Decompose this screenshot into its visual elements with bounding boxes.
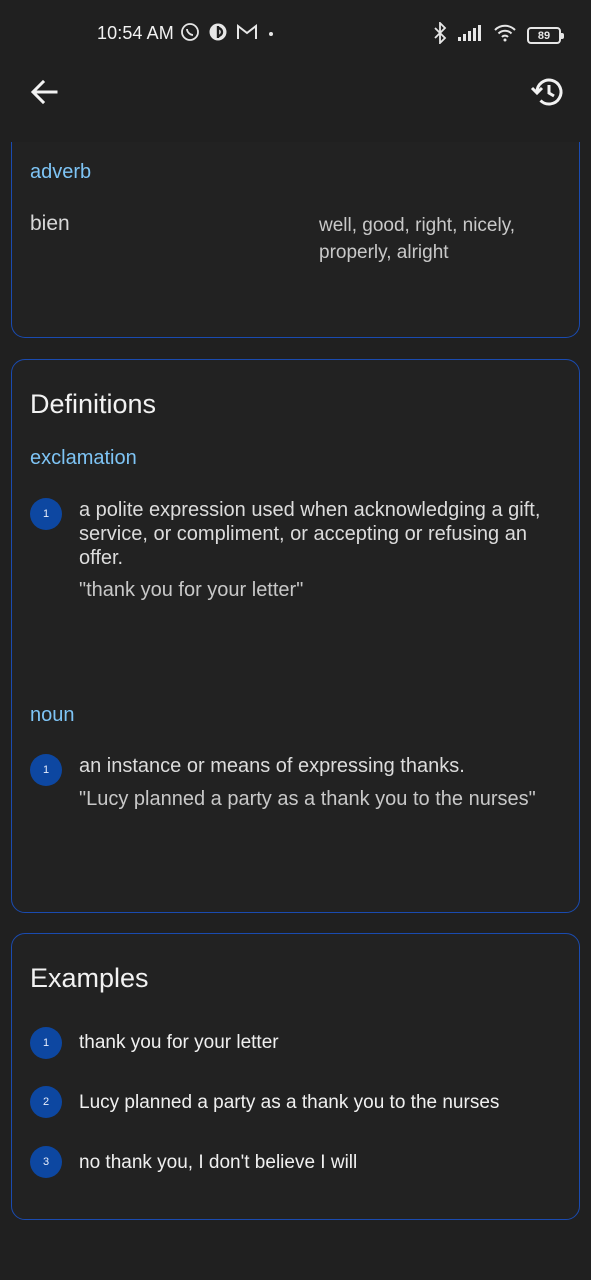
part-of-speech-label: adverb <box>30 161 92 183</box>
translation-word: bien <box>30 212 70 235</box>
back-button[interactable] <box>26 74 62 110</box>
examples-title: Examples <box>30 963 149 993</box>
app-bar <box>0 68 591 142</box>
examples-card: Examples 1 thank you for your letter 2 L… <box>11 933 580 1220</box>
bluetooth-icon <box>433 20 447 49</box>
history-icon <box>530 78 563 106</box>
arrow-back-icon <box>30 79 58 105</box>
number-badge: 3 <box>30 1146 62 1178</box>
translations-card: adverb bien well, good, right, nicely, p… <box>11 120 580 338</box>
translation-meanings: well, good, right, nicely, properly, alr… <box>319 215 516 263</box>
whatsapp-icon <box>180 22 200 47</box>
definition-text: a polite expression used when acknowledg… <box>79 499 541 569</box>
definition-example: "thank you for your letter" <box>79 579 304 601</box>
status-bar: 10:54 AM 89 <box>0 0 591 68</box>
signal-icon <box>457 24 483 47</box>
notification-icons <box>180 22 276 47</box>
app-icon <box>208 22 228 47</box>
definition-text: an instance or means of expressing thank… <box>79 755 465 777</box>
history-button[interactable] <box>527 72 567 112</box>
number-badge: 2 <box>30 1086 62 1118</box>
number-badge: 1 <box>30 498 62 530</box>
number-badge: 1 <box>30 754 62 786</box>
definitions-card: Definitions exclamation 1 a polite expre… <box>11 359 580 913</box>
definitions-title: Definitions <box>30 389 157 419</box>
wifi-icon <box>493 23 517 48</box>
part-of-speech-label: exclamation <box>30 447 137 469</box>
number-badge: 1 <box>30 1027 62 1059</box>
example-item[interactable]: no thank you, I don't believe I will <box>79 1152 357 1174</box>
dot-icon <box>266 26 276 44</box>
gmail-icon <box>236 23 258 46</box>
status-time: 10:54 AM <box>97 23 174 43</box>
example-item[interactable]: Lucy planned a party as a thank you to t… <box>79 1092 499 1114</box>
example-item[interactable]: thank you for your letter <box>79 1032 279 1054</box>
battery-icon: 89 <box>527 27 564 44</box>
system-icons: 89 <box>433 20 564 49</box>
definition-example: "Lucy planned a party as a thank you to … <box>79 788 536 810</box>
part-of-speech-label: noun <box>30 704 75 726</box>
